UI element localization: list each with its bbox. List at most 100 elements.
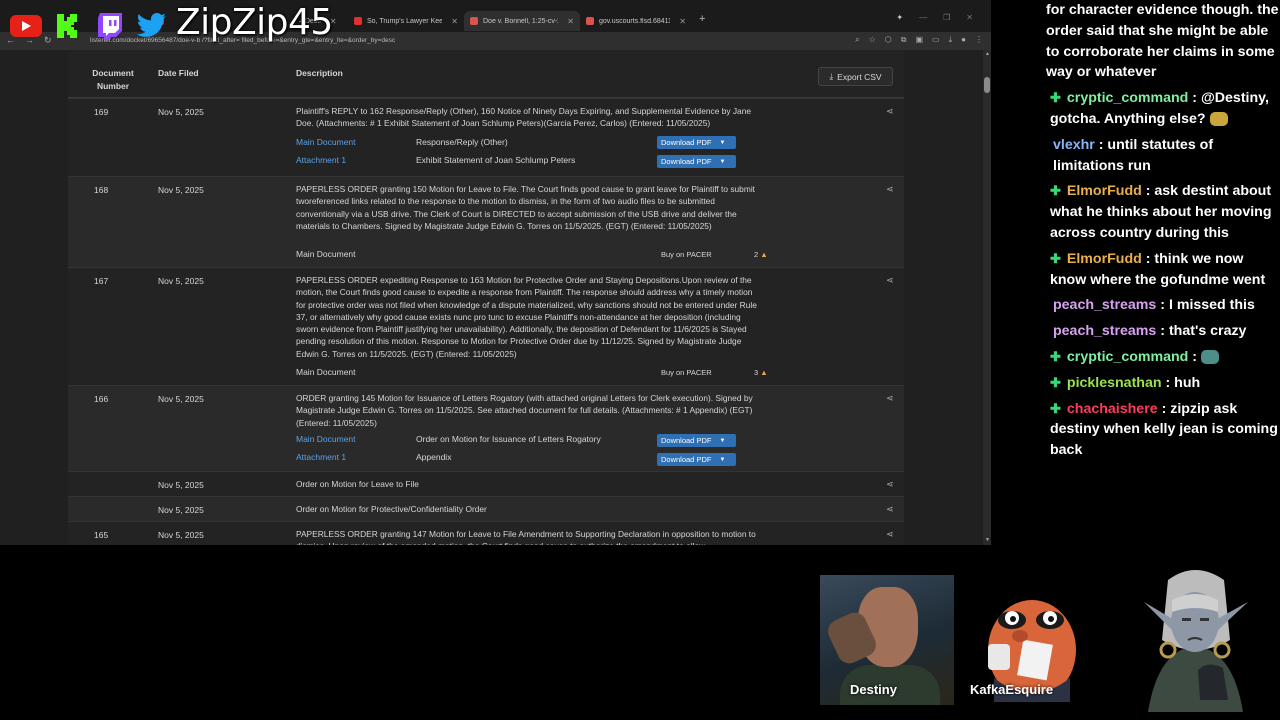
scrollbar-thumb[interactable]: [984, 77, 990, 93]
entry-description: ORDER granting 145 Motion for Issuance o…: [296, 393, 753, 428]
buy-on-pacer-link[interactable]: Buy on PACER: [661, 250, 712, 259]
emote-icon: [1200, 350, 1219, 365]
youtube-icon: [354, 17, 362, 25]
chat-username[interactable]: ElmorFudd: [1067, 251, 1142, 267]
header-line: Number: [96, 81, 130, 91]
download-pdf-button[interactable]: Download PDF ▼: [657, 434, 736, 447]
kick-icon: [50, 11, 86, 41]
main-document-link[interactable]: Main Document: [296, 137, 356, 147]
tab-label: So, Trump's Lawyer Keeps Tellin: [367, 17, 443, 25]
tab-label: gov.uscourts.flsd.684111.166.0: [599, 17, 671, 25]
chat-message: ✚ ElmorFudd : ask destint about what he t…: [1050, 181, 1280, 243]
badge-icon: ✚: [1050, 183, 1061, 199]
sidebar-icon[interactable]: ▭: [932, 35, 940, 45]
header-line: Document: [92, 68, 134, 78]
courtlistener-icon: [470, 17, 478, 25]
chat-username[interactable]: ElmorFudd: [1067, 183, 1142, 199]
browser-window: – Desti ✕ So, Trump's Lawyer Keeps Telli…: [0, 0, 991, 545]
page-count-value: 2: [754, 250, 759, 259]
chat-message: ✚ chachaishere : zipzip ask destiny when …: [1050, 399, 1280, 461]
export-csv-button[interactable]: ⤓ Export CSV: [818, 67, 893, 86]
download-pdf-button[interactable]: Download PDF ▼: [657, 155, 736, 168]
stream-layout: – Desti ✕ So, Trump's Lawyer Keeps Telli…: [0, 0, 1280, 720]
chat-username[interactable]: peach_streams: [1053, 297, 1156, 313]
button-label: Download PDF: [661, 436, 712, 445]
new-tab-button[interactable]: +: [699, 13, 705, 25]
chat-message: peach_streams : that's crazy: [1053, 321, 1280, 342]
chat-username[interactable]: peach_streams: [1053, 323, 1156, 339]
chevron-down-icon: ▼: [719, 456, 726, 463]
attachment-link[interactable]: Attachment 1: [296, 452, 346, 462]
puzzle-icon[interactable]: ▣: [915, 35, 923, 45]
button-label: Download PDF: [661, 455, 712, 464]
extension-icon[interactable]: ⬡: [885, 35, 892, 45]
close-icon[interactable]: ✕: [451, 17, 458, 26]
address-bar-icons: ⌕ ☆ ⬡ ⧉ ▣ ▭ ⤓ ● ⋮: [855, 35, 983, 45]
entry-description: PAPERLESS ORDER granting 150 Motion for …: [296, 184, 756, 231]
zoom-icon[interactable]: ⌕: [855, 35, 859, 45]
docket-row-165: 165 Nov 5, 2025 PAPERLESS ORDER granting…: [68, 521, 904, 545]
close-window-icon[interactable]: ✕: [966, 13, 973, 22]
tab-pdf[interactable]: gov.uscourts.flsd.684111.166.0 ✕: [580, 11, 692, 31]
chat-username[interactable]: picklesnathan: [1067, 375, 1162, 391]
bookmark-star-icon[interactable]: ☆: [869, 35, 876, 45]
date-filed: Nov 5, 2025: [158, 505, 204, 515]
page-count: 2 ▲: [754, 250, 768, 259]
main-document-label: Main Document: [296, 249, 356, 259]
minimize-icon[interactable]: —: [919, 13, 927, 22]
download-pdf-button[interactable]: Download PDF ▼: [657, 453, 736, 466]
chat-username[interactable]: chachaishere: [1067, 401, 1158, 417]
column-header-description[interactable]: Description: [296, 68, 343, 78]
twitter-icon: [134, 11, 170, 41]
menu-icon[interactable]: ⋮: [975, 35, 983, 45]
share-icon[interactable]: ⧉: [901, 35, 907, 45]
scroll-up-icon[interactable]: ▲: [985, 51, 990, 57]
chat-message: ✚ picklesnathan : huh: [1050, 373, 1280, 394]
button-label: Download PDF: [661, 138, 712, 147]
date-filed: Nov 5, 2025: [158, 394, 204, 404]
chat-message: ✚ cryptic_command : @Destiny, gotcha. Any…: [1050, 88, 1280, 130]
entry-description: Order on Motion for Leave to File: [296, 479, 419, 489]
chat-message: peach_streams : I missed this: [1053, 295, 1280, 316]
tab-youtube-trump[interactable]: So, Trump's Lawyer Keeps Tellin ✕: [348, 11, 464, 31]
main-document-link[interactable]: Main Document: [296, 434, 356, 444]
share-icon[interactable]: ⋖: [886, 106, 894, 117]
social-logos: [8, 6, 170, 46]
document-number: 167: [94, 276, 109, 286]
buy-on-pacer-link[interactable]: Buy on PACER: [661, 368, 712, 377]
download-icon[interactable]: ⤓: [949, 35, 953, 45]
download-pdf-button[interactable]: Download PDF ▼: [657, 136, 736, 149]
document-description: Exhibit Statement of Joan Schlump Peters: [416, 155, 576, 165]
close-icon[interactable]: ✕: [679, 17, 686, 26]
export-label: Export CSV: [837, 71, 882, 82]
scrollbar[interactable]: [983, 50, 991, 545]
chevron-down-icon: ▼: [719, 139, 726, 146]
maximize-icon[interactable]: ❐: [943, 13, 950, 22]
badge-icon: ✚: [1050, 250, 1061, 266]
attachment-link[interactable]: Attachment 1: [296, 155, 346, 165]
chat-message: vlexhr : until statutes of limitations r…: [1053, 135, 1280, 177]
share-icon[interactable]: ⋖: [886, 184, 894, 195]
docket-row-order-protective: Nov 5, 2025 Order on Motion for Protecti…: [68, 496, 904, 521]
document-number: 166: [94, 394, 109, 404]
twitch-icon: [92, 11, 128, 41]
share-icon[interactable]: ⋖: [886, 529, 894, 540]
share-icon[interactable]: ⋖: [886, 275, 894, 286]
docket-row-167: 167 Nov 5, 2025 PAPERLESS ORDER expediti…: [68, 267, 904, 385]
share-icon[interactable]: ⋖: [886, 504, 894, 515]
share-icon[interactable]: ⋖: [886, 479, 894, 490]
chat-username[interactable]: cryptic_command: [1067, 90, 1188, 106]
youtube-icon: [8, 11, 44, 41]
column-header-date-filed[interactable]: Date Filed: [158, 68, 199, 78]
chat-username[interactable]: cryptic_command: [1067, 349, 1188, 365]
share-icon[interactable]: ⋖: [886, 393, 894, 404]
date-filed: Nov 5, 2025: [158, 276, 204, 286]
profile-icon[interactable]: ●: [961, 35, 966, 45]
tab-courtlistener[interactable]: Doe v. Bonnell, 1:25-cv-20757 ✕: [464, 11, 580, 31]
close-icon[interactable]: ✕: [567, 17, 574, 26]
window-controls: ✦ — ❐ ✕: [896, 13, 973, 22]
date-filed: Nov 5, 2025: [158, 530, 204, 540]
scroll-down-icon[interactable]: ▼: [985, 537, 990, 543]
chat-username[interactable]: vlexhr: [1053, 137, 1095, 153]
ai-sparkle-icon[interactable]: ✦: [896, 13, 903, 22]
